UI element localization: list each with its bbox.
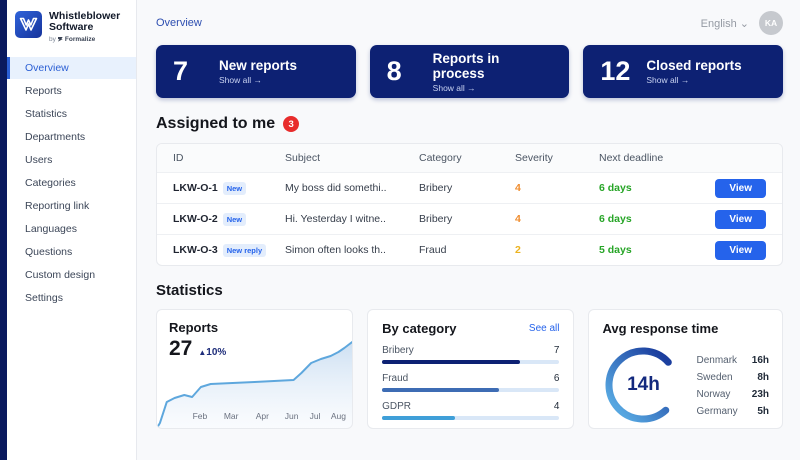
reports-chart-card: Reports 27 ▲10% Feb Mar Ap <box>156 309 353 429</box>
stat-cards-row: 7 New reports Show all → 8 Reports in pr… <box>156 45 783 98</box>
category-bar-bribery: Bribery 7 <box>382 345 559 364</box>
stat-card-new-reports[interactable]: 7 New reports Show all → <box>156 45 356 98</box>
bar-value: 6 <box>554 373 560 384</box>
bar-label: GDPR <box>382 401 411 412</box>
topbar: Overview English ⌄ KA <box>156 10 783 36</box>
main-content: Overview English ⌄ KA 7 New reports Show… <box>138 0 800 460</box>
stat-label: Reports in process <box>433 51 553 81</box>
stat-card-reports-in-process[interactable]: 8 Reports in process Show all → <box>370 45 570 98</box>
category-bar-fraud: Fraud 6 <box>382 373 559 392</box>
by-category-title: By category <box>382 321 456 336</box>
assigned-title: Assigned to me <box>156 115 275 133</box>
report-category: Bribery <box>419 182 515 194</box>
see-all-link[interactable]: See all <box>529 323 560 334</box>
charts-row: Reports 27 ▲10% Feb Mar Ap <box>156 309 783 429</box>
avatar[interactable]: KA <box>759 11 783 35</box>
sidebar-item-overview[interactable]: Overview <box>7 57 136 79</box>
report-severity: 4 <box>515 213 599 225</box>
stat-value: 12 <box>600 56 634 87</box>
table-row[interactable]: LKW-O-2 New Hi. Yesterday I witne.. Brib… <box>157 203 782 234</box>
sidebar-item-questions[interactable]: Questions <box>7 241 136 263</box>
report-subject: Hi. Yesterday I witne.. <box>285 213 419 225</box>
report-id: LKW-O-3 <box>173 244 218 256</box>
sidebar-item-reports[interactable]: Reports <box>7 80 136 102</box>
brand-block[interactable]: WhistleblowerSoftware by Formalize <box>7 0 136 55</box>
view-button[interactable]: View <box>715 241 766 260</box>
stat-value: 7 <box>173 56 207 87</box>
left-accent-rail <box>0 0 7 460</box>
reports-chart-title: Reports <box>169 320 340 335</box>
view-button[interactable]: View <box>715 179 766 198</box>
report-severity: 4 <box>515 182 599 194</box>
show-all-link[interactable]: Show all → <box>219 75 297 85</box>
sidebar-item-languages[interactable]: Languages <box>7 218 136 240</box>
view-button[interactable]: View <box>715 210 766 229</box>
statistics-title: Statistics <box>156 282 783 299</box>
report-severity: 2 <box>515 244 599 256</box>
report-subject: Simon often looks th.. <box>285 244 419 256</box>
report-deadline: 5 days <box>599 244 709 256</box>
whistleblower-logo-icon <box>15 11 42 38</box>
avg-response-card: Avg response time 14h <box>588 309 783 429</box>
status-tag: New <box>223 182 246 195</box>
avg-response-title: Avg response time <box>602 321 769 336</box>
by-category-card: By category See all Bribery 7 Fraud 6 <box>367 309 574 429</box>
report-category: Fraud <box>419 244 515 256</box>
stat-card-closed-reports[interactable]: 12 Closed reports Show all → <box>583 45 783 98</box>
country-row: Sweden 8h <box>696 372 769 383</box>
stat-value: 8 <box>387 56 421 87</box>
x-axis-labels: Feb Mar Apr Jun Jul Aug <box>157 411 352 421</box>
brand-name: WhistleblowerSoftware <box>49 11 120 34</box>
country-row: Norway 23h <box>696 389 769 400</box>
response-gauge: 14h <box>602 344 684 426</box>
bar-value: 4 <box>554 401 560 412</box>
stat-label: Closed reports <box>646 58 741 73</box>
table-row[interactable]: LKW-O-1 New My boss did somethi.. Briber… <box>157 172 782 203</box>
sidebar-nav: Overview Reports Statistics Departments … <box>7 57 136 309</box>
table-header: ID Subject Category Severity Next deadli… <box>157 144 782 172</box>
sidebar-item-departments[interactable]: Departments <box>7 126 136 148</box>
status-tag: New <box>223 213 246 226</box>
brand-byline: by Formalize <box>49 36 120 43</box>
report-id: LKW-O-2 <box>173 213 218 225</box>
formalize-icon <box>58 37 63 42</box>
col-deadline: Next deadline <box>599 152 709 164</box>
sidebar-item-reporting-link[interactable]: Reporting link <box>7 195 136 217</box>
category-bar-gdpr: GDPR 4 <box>382 401 559 420</box>
report-subject: My boss did somethi.. <box>285 182 419 194</box>
show-all-link[interactable]: Show all → <box>646 75 741 85</box>
show-all-link[interactable]: Show all → <box>433 83 553 93</box>
bar-label: Bribery <box>382 345 414 356</box>
assigned-count-badge: 3 <box>283 116 299 132</box>
sidebar: WhistleblowerSoftware by Formalize Overv… <box>7 0 137 460</box>
col-severity: Severity <box>515 152 599 164</box>
gauge-center-value: 14h <box>602 344 684 426</box>
reports-total: 27 <box>169 337 192 361</box>
table-row[interactable]: LKW-O-3 New reply Simon often looks th..… <box>157 234 782 265</box>
language-dropdown[interactable]: English ⌄ <box>701 17 749 30</box>
report-id: LKW-O-1 <box>173 182 218 194</box>
report-deadline: 6 days <box>599 213 709 225</box>
country-row: Denmark 16h <box>696 355 769 366</box>
bar-label: Fraud <box>382 373 408 384</box>
sidebar-item-statistics[interactable]: Statistics <box>7 103 136 125</box>
report-category: Bribery <box>419 213 515 225</box>
reports-delta: ▲10% <box>198 347 226 358</box>
breadcrumb[interactable]: Overview <box>156 17 202 29</box>
col-subject: Subject <box>285 152 419 164</box>
sidebar-item-users[interactable]: Users <box>7 149 136 171</box>
sidebar-item-custom-design[interactable]: Custom design <box>7 264 136 286</box>
col-id: ID <box>173 152 285 164</box>
country-row: Germany 5h <box>696 406 769 417</box>
assigned-table: ID Subject Category Severity Next deadli… <box>156 143 783 266</box>
report-deadline: 6 days <box>599 182 709 194</box>
col-category: Category <box>419 152 515 164</box>
bar-value: 7 <box>554 345 560 356</box>
status-tag: New reply <box>223 244 266 257</box>
stat-label: New reports <box>219 58 297 73</box>
response-country-list: Denmark 16h Sweden 8h Norway 23h Germany… <box>696 355 769 417</box>
sidebar-item-categories[interactable]: Categories <box>7 172 136 194</box>
sidebar-item-settings[interactable]: Settings <box>7 287 136 309</box>
